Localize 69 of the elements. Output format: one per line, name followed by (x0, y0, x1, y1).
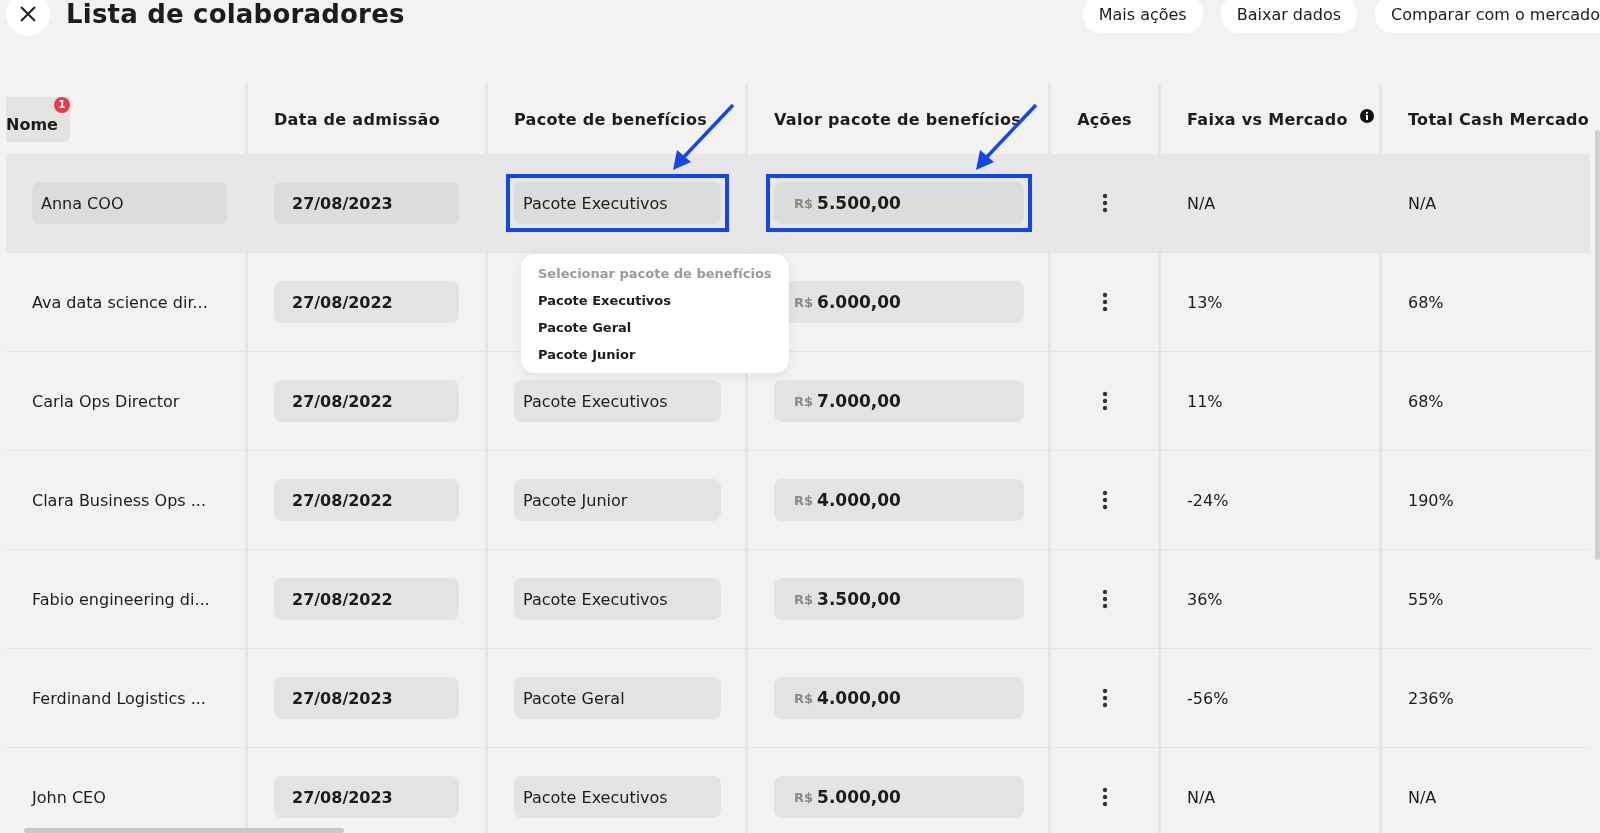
table-cell: 236% (1408, 688, 1454, 708)
package-select[interactable]: Pacote Executivos (514, 578, 721, 620)
close-button[interactable] (6, 0, 50, 36)
action-button[interactable]: Baixar dados (1220, 0, 1358, 33)
notification-badge: 1 (53, 96, 70, 113)
horizontal-scrollbar[interactable] (24, 828, 344, 833)
kebab-icon (1101, 490, 1108, 510)
table-row[interactable]: Clara Business Ops ... 27/08/2022 Pacote Junior R$ 4.000,00 -24% 190% (6, 451, 1590, 550)
kebab-icon (1101, 193, 1108, 213)
date-field[interactable]: 27/08/2022 (274, 380, 459, 422)
table-row[interactable]: John CEO 27/08/2023 Pacote Executivos R$ 5.000,00 N/A N/A (6, 748, 1590, 833)
employee-name: John CEO (32, 787, 106, 807)
table-cell: 190% (1408, 490, 1454, 510)
table-cell: N/A (1187, 193, 1216, 213)
employee-name: Ferdinand Logistics ... (32, 688, 206, 708)
page-title: Lista de colaboradores (66, 0, 405, 29)
amount-field[interactable]: R$ 5.500,00 (774, 182, 1024, 224)
date-field[interactable]: 27/08/2022 (274, 281, 459, 323)
package-select[interactable]: Pacote Executivos (514, 776, 721, 818)
column-header[interactable]: Faixa vs Mercado (1187, 109, 1348, 129)
table-cell: N/A (1408, 787, 1437, 807)
table-cell: N/A (1408, 193, 1437, 213)
kebab-icon (1101, 589, 1108, 609)
date-field[interactable]: 27/08/2023 (274, 776, 459, 818)
table-row[interactable]: Fabio engineering di... 27/08/2022 Pacote Executivos R$ 3.500,00 36% 55% (6, 550, 1590, 649)
column-header[interactable]: Pacote de benefícios (514, 109, 707, 129)
column-header[interactable]: Total Cash Mercado (1408, 109, 1590, 129)
employee-name: Ava data science dir... (32, 292, 208, 312)
date-field[interactable]: 27/08/2023 (274, 182, 459, 224)
package-select[interactable]: Pacote Geral (514, 677, 721, 719)
name-field[interactable]: Anna COO (32, 182, 227, 224)
employee-name: Carla Ops Director (32, 391, 180, 411)
package-select[interactable]: Pacote Junior (514, 479, 721, 521)
table-cell: -56% (1187, 688, 1229, 708)
date-field[interactable]: 27/08/2022 (274, 578, 459, 620)
date-field[interactable]: 27/08/2022 (274, 479, 459, 521)
vertical-scrollbar[interactable] (1595, 130, 1600, 560)
amount-field[interactable]: R$ 3.500,00 (774, 578, 1024, 620)
table-cell: -24% (1187, 490, 1229, 510)
table-cell: 11% (1187, 391, 1223, 411)
kebab-icon (1101, 688, 1108, 708)
action-button[interactable]: Comparar com o mercado (1375, 0, 1600, 33)
table-row[interactable]: Ferdinand Logistics ... 27/08/2023 Pacote Geral R$ 4.000,00 -56% 236% (6, 649, 1590, 748)
column-header[interactable]: Ações (1077, 109, 1132, 129)
action-button[interactable]: Mais ações (1082, 0, 1203, 33)
employee-name: Fabio engineering di... (32, 589, 210, 609)
column-header[interactable]: Data de admissão (274, 109, 440, 129)
amount-field[interactable]: R$ 4.000,00 (774, 677, 1024, 719)
kebab-icon (1101, 787, 1108, 807)
table-cell: N/A (1187, 787, 1216, 807)
kebab-icon (1101, 391, 1108, 411)
kebab-icon (1101, 292, 1108, 312)
table-cell: 68% (1408, 391, 1444, 411)
column-header[interactable]: Valor pacote de benefícios (774, 109, 1022, 129)
employee-name: Clara Business Ops ... (32, 490, 206, 510)
info-icon[interactable] (1359, 109, 1374, 123)
table-cell: 55% (1408, 589, 1444, 609)
table-cell: 68% (1408, 292, 1444, 312)
amount-field[interactable]: R$ 7.000,00 (774, 380, 1024, 422)
table-cell: 36% (1187, 589, 1223, 609)
close-icon (19, 5, 37, 23)
package-select[interactable]: Pacote Executivos (514, 182, 721, 224)
table-cell: 13% (1187, 292, 1223, 312)
amount-field[interactable]: R$ 5.000,00 (774, 776, 1024, 818)
column-header[interactable]: Nome 1 (6, 96, 70, 142)
package-select[interactable]: Pacote Executivos (514, 380, 721, 422)
amount-field[interactable]: R$ 4.000,00 (774, 479, 1024, 521)
date-field[interactable]: 27/08/2023 (274, 677, 459, 719)
dropdown-placeholder: Selecionar pacote de benefícios (537, 265, 773, 283)
